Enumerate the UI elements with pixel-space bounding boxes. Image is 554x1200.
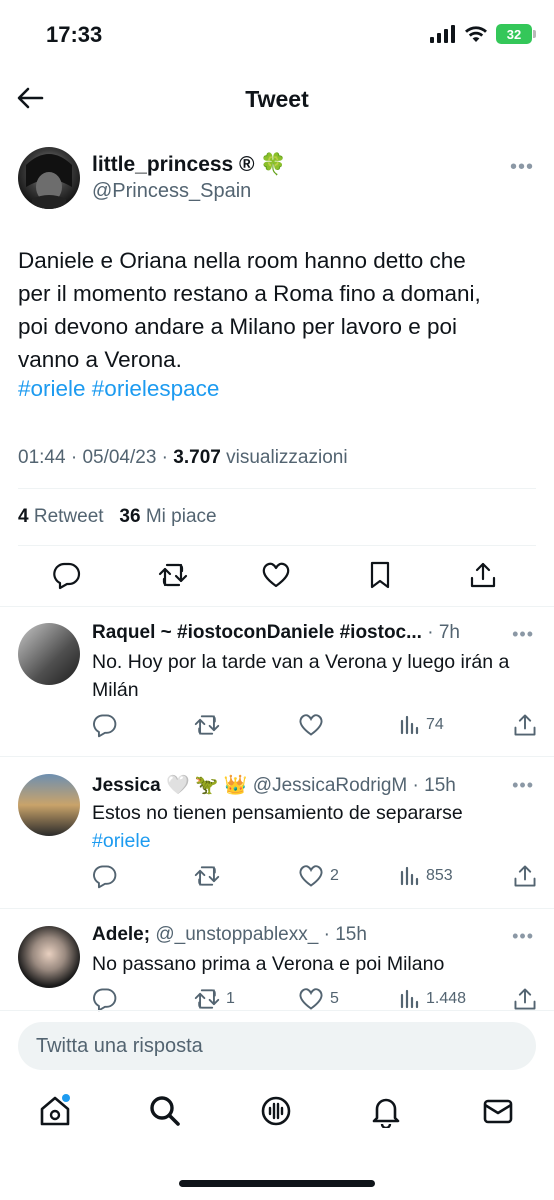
- divider: [18, 488, 536, 489]
- reply-icon[interactable]: [92, 863, 118, 889]
- reply-author-name[interactable]: Raquel ~ #iostoconDaniele #iostoc...: [92, 622, 422, 643]
- retweet-icon[interactable]: [194, 712, 220, 738]
- divider: [0, 1010, 554, 1011]
- tweet-line: Daniele e Oriana nella room hanno detto …: [18, 248, 466, 273]
- views-count: 74: [426, 716, 444, 733]
- views-stat[interactable]: 853: [400, 866, 453, 886]
- clover-emoji: 🍀: [260, 153, 287, 176]
- retweet-icon[interactable]: [158, 560, 188, 590]
- reply-avatar[interactable]: [18, 774, 80, 836]
- retweet-stat[interactable]: 1: [194, 986, 235, 1012]
- tweet-stats: 4 Retweet 36 Mi piace: [18, 506, 217, 528]
- like-count: 2: [330, 867, 339, 884]
- views-count: 853: [426, 867, 453, 884]
- author-name-text: little_princess ®: [92, 153, 255, 176]
- views-icon: [400, 866, 419, 886]
- more-options-icon[interactable]: •••: [512, 775, 534, 796]
- views-count: 3.707: [173, 447, 221, 468]
- share-icon[interactable]: [512, 712, 538, 738]
- retweet-icon[interactable]: [194, 863, 220, 889]
- wifi-icon: [465, 26, 487, 42]
- bookmark-icon[interactable]: [365, 560, 395, 590]
- like-icon: [299, 988, 323, 1010]
- reply-header: Jessica 🤍 🦖 👑 @JessicaRodrigM · 15h: [92, 775, 456, 796]
- search-icon[interactable]: [148, 1094, 182, 1128]
- reply-text: No passano prima a Verona e poi Milano: [92, 953, 445, 975]
- reply-icon[interactable]: [52, 560, 82, 590]
- page-title: Tweet: [245, 86, 309, 112]
- views-icon: [400, 715, 419, 735]
- divider: [0, 756, 554, 757]
- reply-hashtag[interactable]: #oriele: [92, 827, 532, 855]
- views-icon: [400, 989, 419, 1009]
- likes-stat[interactable]: 36 Mi piace: [119, 506, 216, 527]
- reply-text: No. Hoy por la tarde van a Verona y lueg…: [92, 651, 510, 701]
- retweet-icon: [194, 989, 220, 1009]
- reply-author-name[interactable]: Adele;: [92, 924, 150, 945]
- more-options-icon[interactable]: •••: [512, 926, 534, 947]
- reply-compose-placeholder: Twitta una risposta: [36, 1035, 203, 1057]
- tweet-actions: [0, 560, 554, 594]
- author-handle[interactable]: @Princess_Spain: [92, 180, 251, 203]
- reply-text: Estos no tienen pensamiento de separarse…: [92, 799, 532, 855]
- reply-actions: 74: [92, 712, 538, 740]
- views-stat[interactable]: 74: [400, 715, 444, 735]
- like-icon[interactable]: [261, 560, 291, 590]
- home-icon[interactable]: [38, 1094, 72, 1128]
- tweet-meta: 01:44 · 05/04/23 · 3.707 visualizzazioni: [18, 447, 348, 468]
- home-indicator: [179, 1180, 375, 1187]
- reply-age: 7h: [438, 622, 460, 643]
- like-icon: [299, 865, 323, 887]
- divider: [0, 606, 554, 607]
- reply-author-emoji: 🤍 🦖 👑: [165, 775, 248, 796]
- like-icon[interactable]: [298, 712, 324, 738]
- battery-icon: 32: [496, 24, 536, 44]
- retweet-count: 1: [226, 990, 235, 1007]
- like-stat[interactable]: 2: [298, 863, 339, 889]
- divider: [18, 545, 536, 546]
- spaces-icon[interactable]: [259, 1094, 293, 1128]
- views-stat[interactable]: 1.448: [400, 989, 466, 1009]
- views-label: visualizzazioni: [226, 447, 348, 468]
- tweet-line: poi devono andare a Milano per lavoro e …: [18, 314, 458, 339]
- tweet-hashtags[interactable]: #oriele #orielespace: [18, 376, 219, 402]
- reply-avatar[interactable]: [18, 623, 80, 685]
- reply-age: 15h: [335, 924, 367, 945]
- author-name[interactable]: little_princess ® 🍀: [92, 153, 287, 177]
- tweet-date: 05/04/23: [82, 447, 157, 468]
- reply-text-line: Estos no tienen pensamiento de separarse: [92, 802, 463, 824]
- reply-author-name[interactable]: Jessica: [92, 775, 161, 796]
- views-count: 1.448: [426, 990, 467, 1007]
- tweet-line: vanno a Verona.: [18, 347, 182, 372]
- bottom-nav: [0, 1094, 554, 1144]
- reply-header: Raquel ~ #iostoconDaniele #iostoc... · 7…: [92, 622, 460, 643]
- reply-handle[interactable]: @_unstoppablexx_: [155, 924, 318, 945]
- tweet-line: per il momento restano a Roma fino a dom…: [18, 281, 481, 306]
- messages-icon[interactable]: [481, 1094, 515, 1128]
- reply-actions: 2 853: [92, 863, 538, 891]
- reply-header: Adele; @_unstoppablexx_ · 15h: [92, 924, 367, 945]
- notifications-icon[interactable]: [369, 1094, 403, 1128]
- reply-icon[interactable]: [92, 986, 118, 1012]
- reply-age: 15h: [424, 775, 456, 796]
- signal-icon: [430, 25, 455, 43]
- more-options-icon[interactable]: •••: [512, 624, 534, 645]
- divider: [0, 908, 554, 909]
- more-options-icon[interactable]: •••: [510, 156, 534, 179]
- author-avatar[interactable]: [18, 147, 80, 209]
- like-stat[interactable]: 5: [298, 986, 339, 1012]
- reply-handle[interactable]: @JessicaRodrigM: [253, 775, 407, 796]
- share-icon[interactable]: [512, 863, 538, 889]
- status-icons: 32: [430, 24, 536, 44]
- retweets-stat[interactable]: 4 Retweet: [18, 506, 104, 527]
- like-count: 5: [330, 990, 339, 1007]
- tweet-time: 01:44: [18, 447, 66, 468]
- share-icon[interactable]: [512, 986, 538, 1012]
- reply-icon[interactable]: [92, 712, 118, 738]
- status-time: 17:33: [46, 22, 103, 47]
- tweet-text: Daniele e Oriana nella room hanno detto …: [18, 244, 538, 376]
- share-icon[interactable]: [468, 560, 498, 590]
- reply-avatar[interactable]: [18, 926, 80, 988]
